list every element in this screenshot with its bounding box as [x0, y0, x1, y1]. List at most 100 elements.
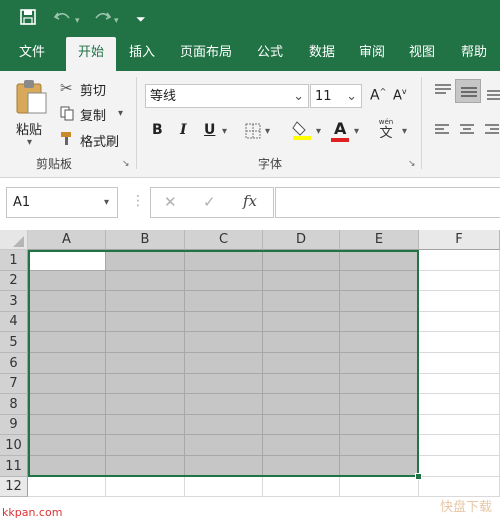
cell-c3[interactable] [185, 291, 263, 312]
font-color-button[interactable]: A [334, 119, 346, 138]
redo-dropdown-icon[interactable]: ▾ [114, 12, 119, 30]
tab-file[interactable]: 文件 [8, 37, 56, 71]
cell-b4[interactable] [106, 312, 185, 332]
cell-f6[interactable] [419, 353, 500, 374]
row-header-11[interactable]: 11 [0, 456, 28, 477]
format-painter-button[interactable]: 格式刷 [80, 131, 119, 150]
active-cell[interactable] [28, 250, 106, 271]
cell-f12[interactable] [419, 477, 500, 497]
cell-b6[interactable] [106, 353, 185, 374]
cell-a9[interactable] [28, 415, 106, 435]
underline-dropdown-icon[interactable]: ▾ [222, 126, 227, 137]
cell-c4[interactable] [185, 312, 263, 332]
cell-f3[interactable] [419, 291, 500, 312]
underline-button[interactable]: U [204, 122, 215, 138]
row-header-12[interactable]: 12 [0, 477, 28, 497]
cell-a7[interactable] [28, 374, 106, 394]
align-top-icon[interactable] [434, 83, 452, 97]
cell-f11[interactable] [419, 456, 500, 477]
enter-icon[interactable]: ✓ [203, 193, 216, 211]
cell-e1[interactable] [340, 250, 419, 271]
cell-f2[interactable] [419, 271, 500, 291]
row-header-2[interactable]: 2 [0, 271, 28, 291]
cell-c1[interactable] [185, 250, 263, 271]
cell-b8[interactable] [106, 394, 185, 415]
bold-button[interactable]: B [152, 122, 163, 138]
cancel-icon[interactable]: ✕ [164, 193, 177, 211]
tab-insert[interactable]: 插入 [120, 37, 164, 71]
column-header-a[interactable]: A [28, 230, 106, 250]
tab-home[interactable]: 开始 [66, 37, 116, 71]
save-icon[interactable] [20, 9, 36, 29]
tab-data[interactable]: 数据 [300, 37, 344, 71]
cell-b1[interactable] [106, 250, 185, 271]
cell-b11[interactable] [106, 456, 185, 477]
fill-handle[interactable] [415, 473, 422, 480]
cell-c12[interactable] [185, 477, 263, 497]
cell-e8[interactable] [340, 394, 419, 415]
cell-a3[interactable] [28, 291, 106, 312]
align-middle-button[interactable] [455, 79, 481, 103]
cell-e4[interactable] [340, 312, 419, 332]
cell-b10[interactable] [106, 435, 185, 456]
italic-button[interactable]: I [180, 122, 187, 138]
cell-b9[interactable] [106, 415, 185, 435]
cell-c9[interactable] [185, 415, 263, 435]
cell-b12[interactable] [106, 477, 185, 497]
cell-d2[interactable] [263, 271, 340, 291]
column-header-f[interactable]: F [419, 230, 500, 250]
font-color-dropdown-icon[interactable]: ▾ [354, 126, 359, 137]
cell-e10[interactable] [340, 435, 419, 456]
cell-c5[interactable] [185, 332, 263, 353]
column-header-e[interactable]: E [340, 230, 419, 250]
cell-a12[interactable] [28, 477, 106, 497]
tab-formulas[interactable]: 公式 [248, 37, 292, 71]
copy-button[interactable]: 复制 [80, 105, 106, 124]
phonetic-guide-button[interactable]: wén 文 [376, 118, 396, 142]
row-header-1[interactable]: 1 [0, 250, 28, 271]
font-name-dropdown[interactable]: 等线 ⌄ [145, 84, 309, 108]
align-right-icon[interactable] [484, 123, 500, 137]
font-size-dropdown[interactable]: 11 ⌄ [310, 84, 362, 108]
cut-button[interactable]: 剪切 [80, 80, 106, 99]
cell-a11[interactable] [28, 456, 106, 477]
cell-f9[interactable] [419, 415, 500, 435]
align-bottom-icon[interactable] [486, 87, 500, 101]
cell-a10[interactable] [28, 435, 106, 456]
customize-qat-icon[interactable]: ⏷ [136, 10, 146, 28]
cell-e2[interactable] [340, 271, 419, 291]
cell-f4[interactable] [419, 312, 500, 332]
cell-e7[interactable] [340, 374, 419, 394]
cell-c11[interactable] [185, 456, 263, 477]
insert-function-icon[interactable]: fx [243, 192, 257, 210]
clipboard-launcher-icon[interactable]: ↘ [122, 159, 130, 169]
tab-view[interactable]: 视图 [400, 37, 444, 71]
fill-color-icon[interactable] [292, 119, 312, 141]
cell-d4[interactable] [263, 312, 340, 332]
row-header-9[interactable]: 9 [0, 415, 28, 435]
cell-c10[interactable] [185, 435, 263, 456]
formula-input[interactable] [275, 187, 500, 218]
row-header-5[interactable]: 5 [0, 332, 28, 353]
paste-dropdown-icon[interactable]: ▾ [27, 137, 32, 148]
undo-dropdown-icon[interactable]: ▾ [75, 12, 80, 30]
column-header-b[interactable]: B [106, 230, 185, 250]
cell-e9[interactable] [340, 415, 419, 435]
row-header-6[interactable]: 6 [0, 353, 28, 374]
row-header-8[interactable]: 8 [0, 394, 28, 415]
cell-b5[interactable] [106, 332, 185, 353]
cell-f8[interactable] [419, 394, 500, 415]
cell-d5[interactable] [263, 332, 340, 353]
name-box[interactable]: A1 ▾ [6, 187, 118, 218]
cell-c6[interactable] [185, 353, 263, 374]
cell-a8[interactable] [28, 394, 106, 415]
tab-page-layout[interactable]: 页面布局 [172, 37, 240, 71]
cell-e3[interactable] [340, 291, 419, 312]
cell-e5[interactable] [340, 332, 419, 353]
cell-a5[interactable] [28, 332, 106, 353]
cell-c8[interactable] [185, 394, 263, 415]
cell-d8[interactable] [263, 394, 340, 415]
select-all-corner[interactable] [0, 230, 28, 250]
decrease-font-size-button[interactable]: Av [393, 87, 407, 103]
cell-e11[interactable] [340, 456, 419, 477]
